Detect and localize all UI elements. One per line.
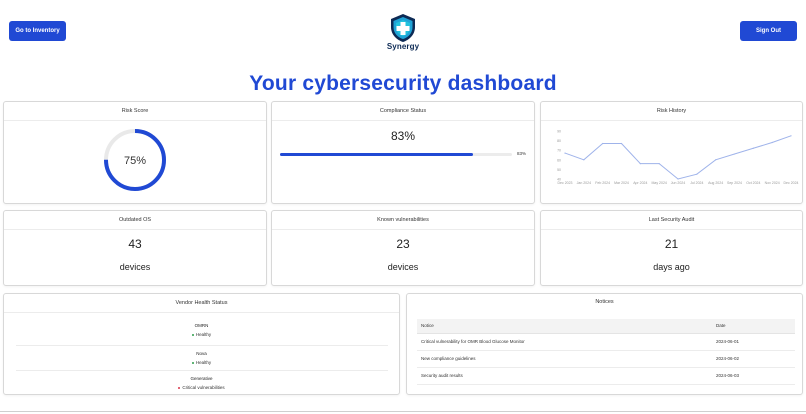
risk-history-point <box>583 159 585 161</box>
risk-score-title: Risk Score <box>4 102 266 121</box>
risk-history-point <box>639 163 641 165</box>
outdated-os-unit: devices <box>119 262 151 272</box>
table-row[interactable]: Critical vulnerability for OMR Blood Glu… <box>417 333 795 351</box>
risk-score-card: Risk Score 75% <box>3 101 267 204</box>
risk-score-value: 75% <box>124 155 146 167</box>
go-to-inventory-button[interactable]: Go to Inventory <box>9 21 66 41</box>
risk-history-point <box>771 141 773 144</box>
x-tick-label: Jun 2024 <box>671 181 685 185</box>
x-tick-label: Mar 2024 <box>614 181 629 185</box>
risk-history-chart: 405060708090Dec 2023 Jan 2024 Feb 2024 Mar … <box>557 130 799 186</box>
synergy-logo: Synergy <box>382 13 424 57</box>
x-tick-label: Jan 2024 <box>577 181 591 185</box>
known-vulnerabilities-title: Known vulnerabilities <box>272 211 534 230</box>
risk-history-point <box>658 163 660 165</box>
vendor-status: Critical vulnerabilities <box>182 385 225 390</box>
x-tick-label: Jul 2024 <box>690 181 703 185</box>
notices-card: Notices Notice Date Critical vulnerabili… <box>406 293 803 395</box>
page-bottom-divider <box>0 411 806 412</box>
table-header-row: Notice Date <box>417 319 795 334</box>
risk-score-gauge: 75% <box>104 129 166 191</box>
x-tick-label: Dec 2023 <box>558 181 573 185</box>
notice-text: Security audit results <box>417 367 712 385</box>
last-security-audit-unit: days ago <box>653 262 690 272</box>
vendor-status: Healthy <box>195 332 212 337</box>
risk-history-point <box>564 152 566 154</box>
table-row[interactable]: New compliance guidelines 2024-06-02 <box>417 350 795 368</box>
vendor-health-title: Vendor Health Status <box>4 294 399 313</box>
compliance-progress-label: 83% <box>517 151 527 156</box>
notice-text: Critical vulnerability for OMR Blood Glu… <box>417 333 712 351</box>
compliance-progress-fill <box>280 153 473 156</box>
y-tick-label: 80 <box>557 139 561 143</box>
compliance-status-card: Compliance Status 83% 83% <box>271 101 535 204</box>
notice-date: 2024-06-02 <box>712 350 795 368</box>
vendor-row: OMRN Healthy <box>4 323 399 345</box>
notice-date: 2024-06-03 <box>712 367 795 385</box>
critical-status-dot-icon <box>178 386 181 389</box>
vendor-name: Nova <box>196 351 207 356</box>
notices-table: Notice Date Critical vulnerability for O… <box>417 319 795 385</box>
logo-text: Synergy <box>386 42 420 51</box>
shield-cross-icon <box>391 14 415 42</box>
notice-text: New compliance guidelines <box>417 350 712 368</box>
vendor-name: Generative <box>190 376 213 381</box>
vendor-row: Nova Healthy <box>4 346 399 368</box>
notice-date: 2024-06-01 <box>712 333 795 351</box>
known-vulnerabilities-unit: devices <box>387 262 419 272</box>
last-security-audit-value: 21 <box>664 237 679 251</box>
table-row[interactable]: Security audit results 2024-06-03 <box>417 367 795 385</box>
vendor-health-card: Vendor Health Status OMRN Healthy Nova H… <box>3 293 400 395</box>
risk-history-point <box>677 178 679 180</box>
healthy-status-dot-icon <box>191 361 194 364</box>
y-tick-label: 90 <box>557 130 561 134</box>
risk-history-point <box>696 173 698 175</box>
column-header-notice: Notice <box>417 319 712 334</box>
y-tick-label: 60 <box>557 158 561 162</box>
y-tick-label: 70 <box>557 149 561 153</box>
x-tick-label: Feb 2024 <box>595 181 610 185</box>
known-vulnerabilities-card: Known vulnerabilities 23 devices <box>271 210 535 286</box>
x-tick-label: Apr 2024 <box>633 181 647 185</box>
x-tick-label: Dec 2024 <box>784 181 799 185</box>
vendor-row: Generative Critical vulnerabilities <box>4 371 399 393</box>
risk-history-point <box>715 159 717 161</box>
y-tick-label: 50 <box>557 168 561 172</box>
compliance-value: 83% <box>390 129 416 143</box>
last-security-audit-title: Last Security Audit <box>541 211 802 230</box>
last-security-audit-card: Last Security Audit 21 days ago <box>540 210 803 286</box>
outdated-os-card: Outdated OS 43 devices <box>3 210 267 286</box>
x-tick-label: Nov 2024 <box>765 181 780 185</box>
risk-history-point <box>733 153 736 155</box>
compliance-status-title: Compliance Status <box>272 102 534 121</box>
risk-history-point <box>752 147 754 149</box>
column-header-date: Date <box>712 319 795 334</box>
risk-history-point <box>790 135 792 137</box>
page-title: Your cybersecurity dashboard <box>249 72 557 95</box>
risk-history-point <box>602 142 604 145</box>
x-tick-label: Sep 2024 <box>727 181 742 185</box>
x-tick-label: Aug 2024 <box>708 181 723 185</box>
outdated-os-title: Outdated OS <box>4 211 266 230</box>
x-tick-label: May 2024 <box>651 181 666 185</box>
sign-out-button[interactable]: Sign Out <box>740 21 797 41</box>
risk-history-point <box>620 142 623 145</box>
notices-title: Notices <box>595 299 614 305</box>
vendor-name: OMRN <box>194 323 209 328</box>
risk-history-line <box>564 135 792 180</box>
outdated-os-count: 43 <box>128 237 142 251</box>
risk-history-title: Risk History <box>541 102 802 121</box>
risk-history-card: Risk History 40 50 60 70 80 90 Dec 2023 Jan 202… <box>540 101 803 204</box>
x-tick-label: Oct 2024 <box>746 181 760 185</box>
vendor-status: Healthy <box>195 360 212 365</box>
known-vulnerabilities-count: 23 <box>396 237 410 251</box>
healthy-status-dot-icon <box>191 333 194 336</box>
